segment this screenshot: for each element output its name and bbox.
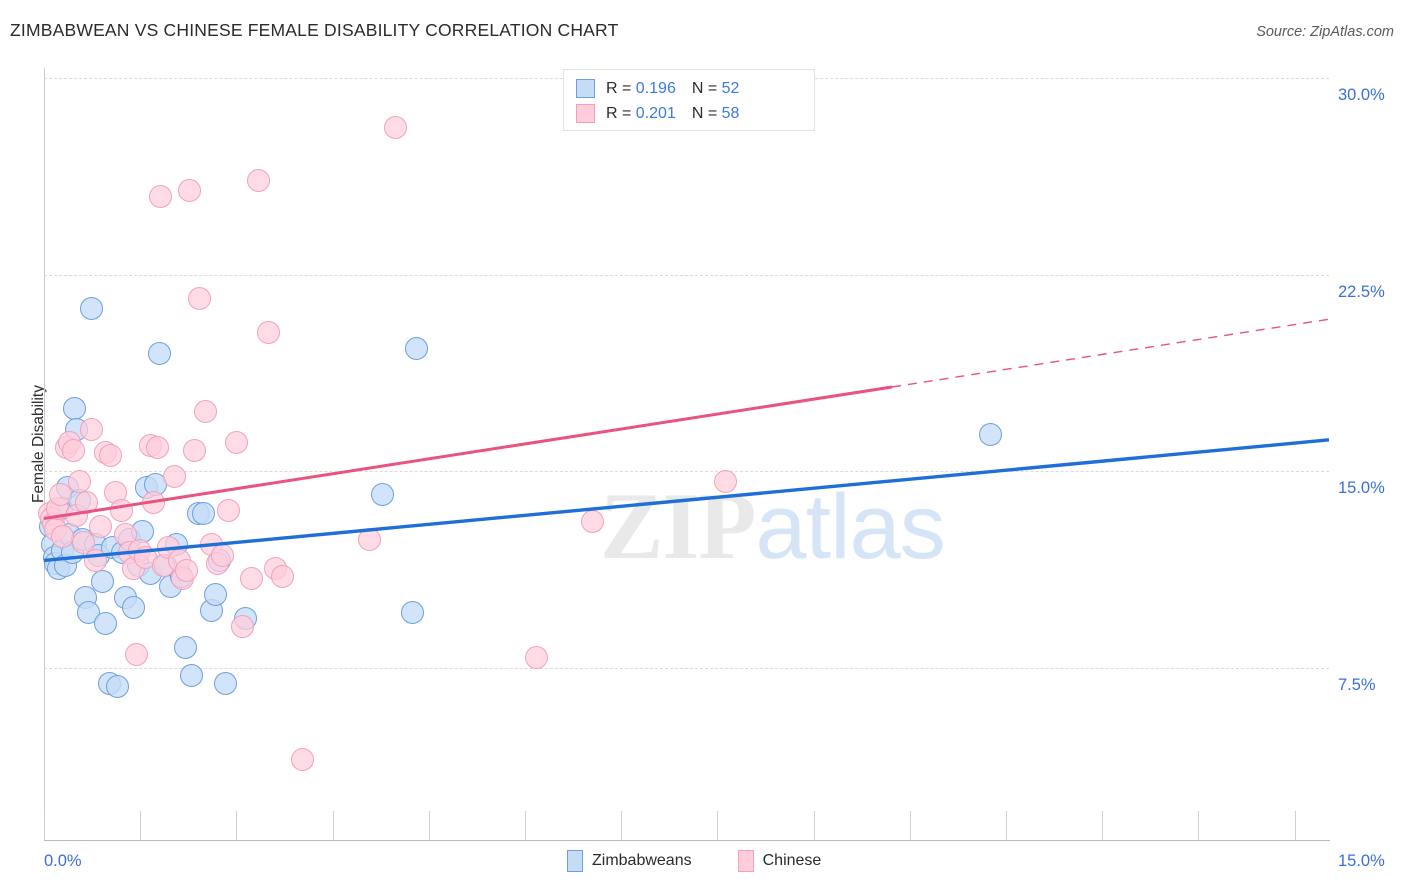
series-legend: Zimbabweans Chinese (567, 850, 821, 872)
x-axis-tick (1102, 811, 1104, 840)
legend-row-zimbabweans: R = 0.196 N = 52 (576, 76, 804, 101)
plot-area: ZIPatlas (37, 68, 1330, 840)
x-axis-tick (909, 811, 911, 840)
legend-swatch-zimbabweans (576, 79, 595, 98)
y-tick-label: 30.0% (1338, 86, 1385, 104)
y-tick-label: 7.5% (1338, 676, 1376, 694)
legend-color-chinese (737, 850, 754, 872)
legend-label-chinese: Chinese (762, 852, 822, 869)
r-value-chinese: 0.201 (635, 104, 676, 122)
r-value-zimbabweans: 0.196 (635, 79, 676, 97)
n-label-chinese: N = (691, 104, 722, 122)
legend-color-zimbabweans (567, 850, 583, 872)
x-axis-tick (1198, 811, 1200, 840)
legend-item-chinese[interactable]: Chinese (737, 850, 822, 872)
trendline-chinese-solid (43, 385, 893, 521)
x-axis-tick (236, 811, 238, 840)
x-axis-tick (140, 811, 142, 840)
n-value-chinese: 58 (721, 104, 740, 122)
x-axis-tick (525, 811, 526, 840)
x-axis-tick (1006, 811, 1007, 840)
y-tick-label: 15.0% (1338, 479, 1385, 497)
x-axis-tick (621, 811, 623, 840)
legend-stat-chinese: R = 0.201 N = 58 (606, 105, 739, 123)
n-label-zimbabweans: N = (691, 79, 722, 97)
trendline-chinese-dashed (891, 318, 1330, 388)
r-label-chinese: R = (606, 104, 636, 122)
x-axis-tick (1294, 811, 1296, 840)
correlation-legend: R = 0.196 N = 52 R = 0.201 N = 58 (563, 69, 815, 131)
x-axis-tick (44, 811, 45, 840)
legend-item-zimbabweans[interactable]: Zimbabweans (567, 850, 692, 872)
source-attribution: Source: ZipAtlas.com (1256, 24, 1394, 40)
trendlines-layer (43, 318, 1330, 563)
x-axis-tick (717, 811, 719, 840)
trendline-zimbabweans (43, 438, 1330, 563)
y-tick-label: 22.5% (1338, 283, 1385, 301)
n-value-zimbabweans: 52 (721, 79, 740, 97)
chart-page: ZIMBABWEAN VS CHINESE FEMALE DISABILITY … (0, 0, 1406, 892)
x-axis-tick (332, 811, 334, 840)
legend-row-chinese: R = 0.201 N = 58 (576, 101, 804, 126)
x-axis-tick (813, 811, 815, 840)
legend-stat-zimbabweans: R = 0.196 N = 52 (606, 80, 739, 98)
x-axis-start-label: 0.0% (44, 852, 82, 870)
legend-label-zimbabweans: Zimbabweans (592, 852, 692, 869)
x-axis-tick (428, 811, 430, 840)
legend-swatch-chinese (576, 104, 595, 123)
x-axis-line (44, 840, 1330, 841)
r-label-zimbabweans: R = (606, 79, 636, 97)
page-title: ZIMBABWEAN VS CHINESE FEMALE DISABILITY … (10, 20, 619, 40)
x-axis-end-label: 15.0% (1338, 852, 1385, 870)
